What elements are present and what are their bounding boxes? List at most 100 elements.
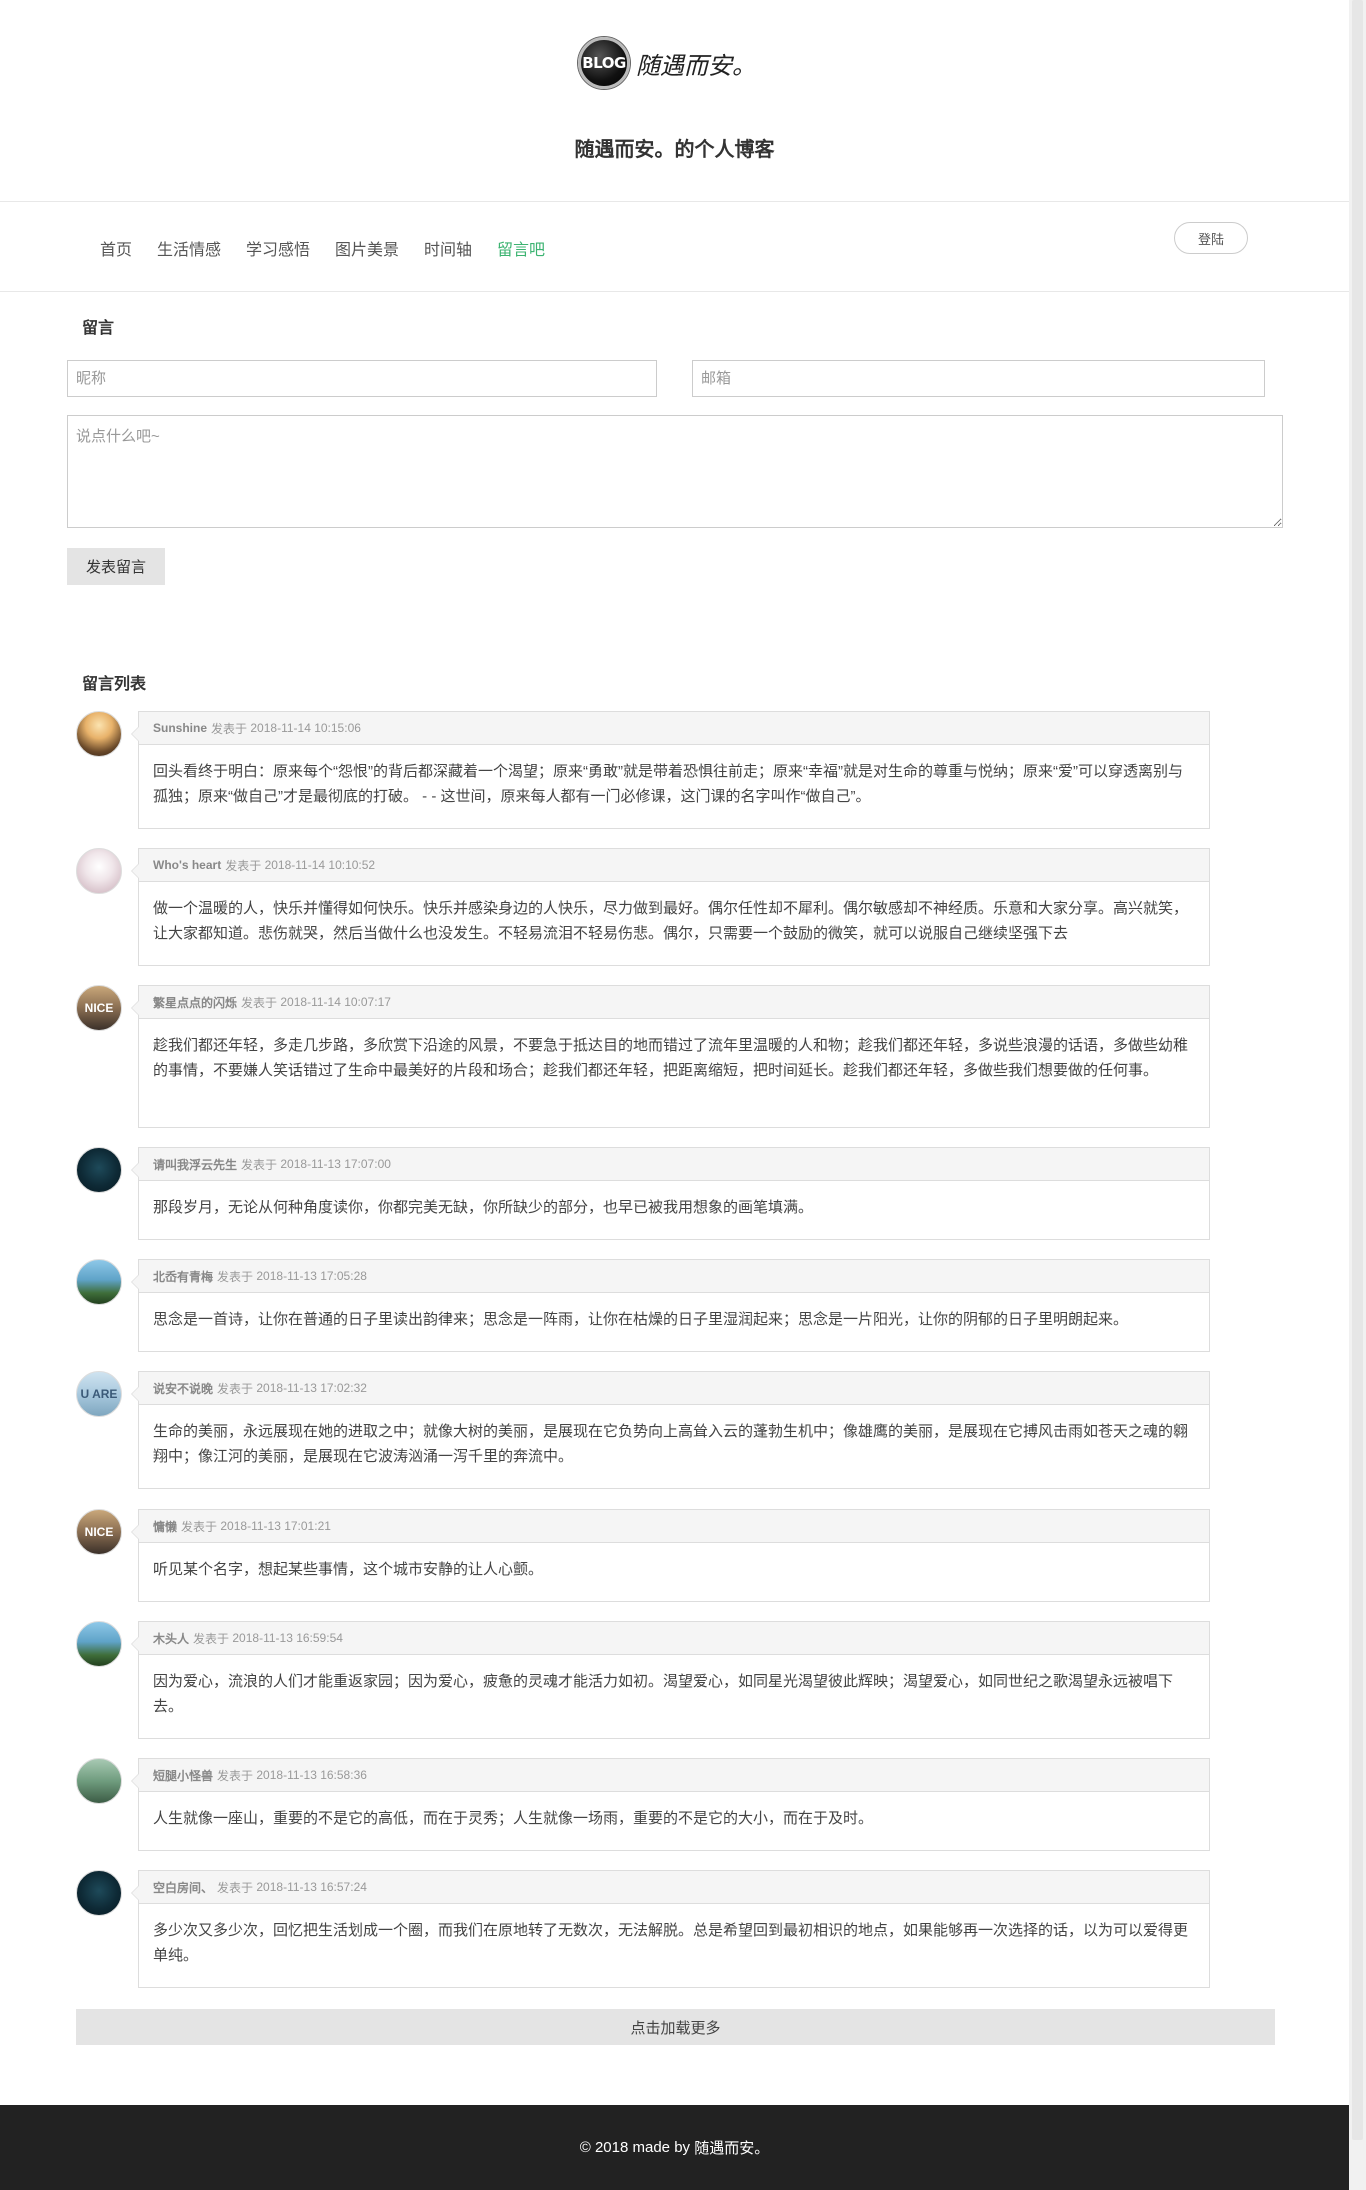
comment-list-title: 留言列表: [82, 676, 147, 693]
comment-meta: 慵懒 发表于 2018-11-13 17:01:21: [139, 1510, 1209, 1543]
comment-text: 做一个温暖的人，快乐并懂得如何快乐。快乐并感染身边的人快乐，尽力做到最好。偶尔任…: [153, 900, 1189, 942]
comment-bubble: 短腿小怪兽 发表于 2018-11-13 16:58:36 人生就像一座山，重要…: [131, 1758, 1210, 1851]
blog-badge-icon: BLOG: [578, 37, 630, 89]
site-title: 随遇而安。的个人博客: [574, 139, 775, 161]
comment-bubble: Sunshine 发表于 2018-11-14 10:15:06 回头看终于明白…: [131, 711, 1210, 829]
form-title: 留言: [82, 320, 115, 337]
nav-item-home[interactable]: 首页: [100, 236, 132, 260]
comment-text: 思念是一首诗，让你在普通的日子里读出韵律来；思念是一阵雨，让你在枯燥的日子里湿润…: [153, 1311, 1129, 1328]
comment-item: 请叫我浮云先生 发表于 2018-11-13 17:07:00 那段岁月，无论从…: [0, 1147, 1349, 1240]
comment-posted-prefix: 发表于: [217, 1381, 254, 1396]
comment-text: 趁我们都还年轻，多走几步路，多欣赏下沿途的风景，不要急于抵达目的地而错过了流年里…: [153, 1037, 1189, 1079]
comment-time: 2018-11-13 17:01:21: [220, 1519, 331, 1533]
comment-author[interactable]: 繁星点点的闪烁: [153, 994, 237, 1011]
comment-author[interactable]: 空白房间、: [153, 1879, 213, 1896]
comment-posted-prefix: 发表于: [211, 721, 248, 736]
comment-time: 2018-11-13 16:57:24: [256, 1880, 367, 1894]
night-avatar-icon[interactable]: [76, 1870, 122, 1916]
comment-text: 多少次又多少次，回忆把生活划成一个圈，而我们在原地转了无数次，无法解脱。总是希望…: [153, 1922, 1189, 1964]
sunset-avatar-icon[interactable]: [76, 711, 122, 757]
comment-meta: 短腿小怪兽 发表于 2018-11-13 16:58:36: [139, 1759, 1209, 1792]
comment-author[interactable]: 慵懒: [153, 1518, 177, 1535]
uare-avatar-icon[interactable]: U ARE: [76, 1371, 122, 1417]
comment-bubble: 说安不说晚 发表于 2018-11-13 17:02:32 生命的美丽，永远展现…: [131, 1371, 1210, 1489]
site-logo[interactable]: BLOG 随遇而安。: [578, 35, 778, 91]
comment-time: 2018-11-13 16:59:54: [232, 1631, 343, 1645]
comment-bubble: Who's heart 发表于 2018-11-14 10:10:52 做一个温…: [131, 848, 1210, 966]
comment-bubble: 繁星点点的闪烁 发表于 2018-11-14 10:07:17 趁我们都还年轻，…: [131, 985, 1210, 1128]
comment-text: 生命的美丽，永远展现在她的进取之中；就像大树的美丽，是展现在它负势向上高耸入云的…: [153, 1423, 1189, 1465]
email-input[interactable]: [692, 360, 1265, 397]
nav-item-study[interactable]: 学习感悟: [246, 236, 310, 260]
comment-meta: 繁星点点的闪烁 发表于 2018-11-14 10:07:17: [139, 986, 1209, 1019]
submit-comment-button[interactable]: 发表留言: [67, 548, 165, 585]
comment-meta: Who's heart 发表于 2018-11-14 10:10:52: [139, 849, 1209, 882]
tree-avatar-icon[interactable]: [76, 1621, 122, 1667]
comment-item: NICE 繁星点点的闪烁 发表于 2018-11-14 10:07:17 趁我们…: [0, 985, 1349, 1128]
uare-avatar-text: U ARE: [80, 1387, 118, 1401]
logo-text: 随遇而安。: [636, 51, 756, 80]
message-textarea[interactable]: [67, 415, 1283, 528]
comment-item: 北岙有青梅 发表于 2018-11-13 17:05:28 思念是一首诗，让你在…: [0, 1259, 1349, 1352]
comment-posted-prefix: 发表于: [241, 995, 278, 1010]
comment-posted-prefix: 发表于: [225, 858, 262, 873]
comment-meta: 木头人 发表于 2018-11-13 16:59:54: [139, 1622, 1209, 1655]
comment-posted-prefix: 发表于: [181, 1519, 218, 1534]
comment-author[interactable]: 木头人: [153, 1630, 189, 1647]
nav-item-pictures[interactable]: 图片美景: [335, 236, 399, 260]
comment-item: Sunshine 发表于 2018-11-14 10:15:06 回头看终于明白…: [0, 711, 1349, 829]
nice-avatar-icon[interactable]: NICE: [76, 985, 122, 1031]
comment-author[interactable]: 短腿小怪兽: [153, 1767, 213, 1784]
comment-meta: 北岙有青梅 发表于 2018-11-13 17:05:28: [139, 1260, 1209, 1293]
site-header: BLOG 随遇而安。 随遇而安。的个人博客: [0, 0, 1349, 202]
comment-meta: Sunshine 发表于 2018-11-14 10:15:06: [139, 712, 1209, 745]
comment-item: U ARE 说安不说晚 发表于 2018-11-13 17:02:32 生命的美…: [0, 1371, 1349, 1489]
comment-item: NICE 慵懒 发表于 2018-11-13 17:01:21 听见某个名字，想…: [0, 1509, 1349, 1602]
nav-item-timeline[interactable]: 时间轴: [424, 236, 472, 260]
footer-copyright: © 2018 made by: [579, 2139, 691, 2156]
comment-posted-prefix: 发表于: [241, 1157, 278, 1172]
comment-item: 短腿小怪兽 发表于 2018-11-13 16:58:36 人生就像一座山，重要…: [0, 1758, 1349, 1851]
comment-time: 2018-11-14 10:07:17: [280, 995, 391, 1009]
cloud-avatar-icon[interactable]: [76, 848, 122, 894]
comment-time: 2018-11-13 17:07:00: [280, 1157, 391, 1171]
comment-posted-prefix: 发表于: [217, 1880, 254, 1895]
tree-avatar-icon[interactable]: [76, 1259, 122, 1305]
field-avatar-icon[interactable]: [76, 1758, 122, 1804]
site-footer: © 2018 made by 随遇而安。: [0, 2105, 1349, 2190]
comment-meta: 请叫我浮云先生 发表于 2018-11-13 17:07:00: [139, 1148, 1209, 1181]
comment-author[interactable]: Sunshine: [153, 721, 207, 735]
comment-meta: 空白房间、 发表于 2018-11-13 16:57:24: [139, 1871, 1209, 1904]
comment-time: 2018-11-13 17:05:28: [256, 1269, 367, 1283]
comment-text: 回头看终于明白：原来每个“怨恨”的背后都深藏着一个渴望；原来“勇敢”就是带着恐惧…: [153, 763, 1183, 805]
nav-item-life[interactable]: 生活情感: [157, 236, 221, 260]
login-button[interactable]: 登陆: [1174, 222, 1248, 254]
comment-item: 木头人 发表于 2018-11-13 16:59:54 因为爱心，流浪的人们才能…: [0, 1621, 1349, 1739]
comment-author[interactable]: 请叫我浮云先生: [153, 1156, 237, 1173]
comment-time: 2018-11-14 10:10:52: [264, 858, 376, 872]
comment-author[interactable]: 北岙有青梅: [153, 1268, 213, 1285]
comment-bubble: 木头人 发表于 2018-11-13 16:59:54 因为爱心，流浪的人们才能…: [131, 1621, 1210, 1739]
nickname-input[interactable]: [67, 360, 657, 397]
comment-bubble: 请叫我浮云先生 发表于 2018-11-13 17:07:00 那段岁月，无论从…: [131, 1147, 1210, 1240]
comment-author[interactable]: 说安不说晚: [153, 1380, 213, 1397]
comment-posted-prefix: 发表于: [193, 1631, 230, 1646]
comment-bubble: 空白房间、 发表于 2018-11-13 16:57:24 多少次又多少次，回忆…: [131, 1870, 1210, 1988]
nice-avatar-text: NICE: [84, 1001, 114, 1015]
page-scrollbar[interactable]: [1349, 0, 1366, 2190]
comment-posted-prefix: 发表于: [217, 1768, 254, 1783]
scrollbar-thumb[interactable]: [1352, 0, 1363, 2140]
comment-text: 人生就像一座山，重要的不是它的高低，而在于灵秀；人生就像一场雨，重要的不是它的大…: [153, 1810, 874, 1827]
comment-bubble: 慵懒 发表于 2018-11-13 17:01:21 听见某个名字，想起某些事情…: [131, 1509, 1210, 1602]
comment-text: 听见某个名字，想起某些事情，这个城市安静的让人心颤。: [153, 1561, 544, 1578]
load-more-button[interactable]: 点击加载更多: [76, 2009, 1275, 2045]
night-avatar-icon[interactable]: [76, 1147, 122, 1193]
comment-time: 2018-11-13 16:58:36: [256, 1768, 367, 1782]
nav-item-guestbook[interactable]: 留言吧: [497, 236, 545, 260]
comment-author[interactable]: Who's heart: [153, 858, 221, 872]
comment-item: Who's heart 发表于 2018-11-14 10:10:52 做一个温…: [0, 848, 1349, 966]
comment-time: 2018-11-13 17:02:32: [256, 1381, 367, 1395]
comment-item: 空白房间、 发表于 2018-11-13 16:57:24 多少次又多少次，回忆…: [0, 1870, 1349, 1988]
comment-meta: 说安不说晚 发表于 2018-11-13 17:02:32: [139, 1372, 1209, 1405]
nice-avatar-icon[interactable]: NICE: [76, 1509, 122, 1555]
